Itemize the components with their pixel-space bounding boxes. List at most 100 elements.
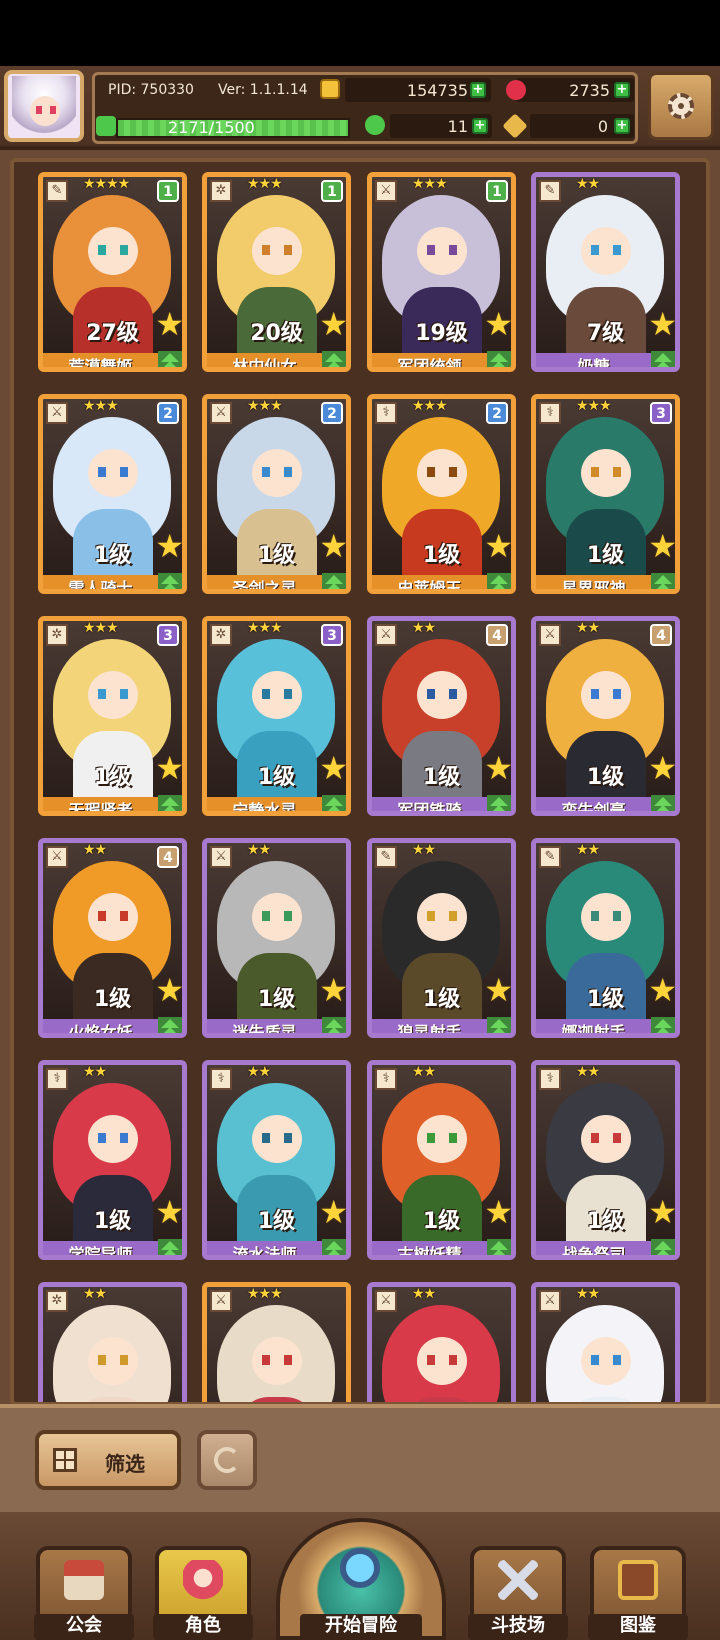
- portrait-eye: [262, 467, 270, 477]
- character-card[interactable]: ⚕ ★★ 1级 ★ 流水法师: [202, 1060, 351, 1260]
- magnifier-icon: [340, 1548, 380, 1588]
- rarity-stars: ★★★: [247, 176, 283, 192]
- filter-label: 筛选: [105, 1452, 145, 1476]
- portrait-face: [581, 1337, 631, 1385]
- role-icon: ✎: [539, 180, 561, 202]
- character-card[interactable]: ⚕ ★★ 1级 ★ 古树妖精: [367, 1060, 516, 1260]
- character-card[interactable]: ⚕ ★★★ 2 1级 ★ 史莱姆王: [367, 394, 516, 594]
- character-name: 宁静水灵: [207, 797, 322, 811]
- portrait-face: [417, 227, 467, 275]
- tier-badge: 1: [157, 180, 179, 202]
- star-up-icon: ★: [155, 305, 184, 343]
- character-card[interactable]: ✲ ★★★ 3 1级 ★ 无瑕贤者: [38, 616, 187, 816]
- portrait-face: [581, 449, 631, 497]
- portrait-face: [252, 893, 302, 941]
- character-card[interactable]: ⚔ ★★ 4 1级 ★ 蛮牛剑豪: [531, 616, 680, 816]
- character-card[interactable]: ✲ ★★★ 3 1级 ★ 宁静水灵: [202, 616, 351, 816]
- character-card[interactable]: ⚔ ★★: [531, 1282, 680, 1402]
- character-grid: ✎ ★★★★ 1 27级 ★ 荒漠舞姬 ✲ ★★★ 1 20级 ★ 林中仙女 ⚔ ★★★ 1 19级 ★ 军团统领…: [14, 162, 706, 1402]
- character-card[interactable]: ⚔ ★★★ 2 1级 ★ 雪人骑士: [38, 394, 187, 594]
- role-icon: ⚔: [210, 846, 232, 868]
- portrait-face: [252, 227, 302, 275]
- portrait-face: [252, 449, 302, 497]
- role-icon: ⚔: [539, 624, 561, 646]
- rarity-stars: ★★: [83, 1064, 107, 1080]
- role-icon: ⚔: [375, 1290, 397, 1312]
- filter-button[interactable]: 筛选: [35, 1430, 181, 1490]
- star-up-icon: ★: [155, 749, 184, 787]
- portrait-eye: [120, 911, 128, 921]
- character-card[interactable]: ✎ ★★ 1级 ★ 狼灵射手: [367, 838, 516, 1038]
- rarity-stars: ★★: [83, 1286, 107, 1302]
- upgrade-arrow-icon: [651, 795, 675, 811]
- star-up-icon: ★: [648, 305, 677, 343]
- rarity-stars: ★★: [576, 1064, 600, 1080]
- character-card[interactable]: ⚕ ★★★ 3 1级 ★ 星界邪神: [531, 394, 680, 594]
- character-name: 狼灵射手: [372, 1019, 487, 1033]
- portrait-eye: [613, 245, 621, 255]
- character-card[interactable]: ✎ ★★ 7级 ★ 奶糖: [531, 172, 680, 372]
- tier-badge: 4: [157, 846, 179, 868]
- character-name: 迷失盾灵: [207, 1019, 322, 1033]
- refresh-button[interactable]: [197, 1430, 257, 1490]
- portrait-eye: [449, 911, 457, 921]
- role-icon: ⚕: [210, 1068, 232, 1090]
- add-gem-button[interactable]: +: [614, 82, 630, 98]
- character-name: 史莱姆王: [372, 575, 487, 589]
- grid-icon: [53, 1448, 77, 1472]
- tier-badge: 1: [486, 180, 508, 202]
- star-up-icon: ★: [155, 527, 184, 565]
- star-up-icon: ★: [319, 305, 348, 343]
- character-card[interactable]: ⚔ ★★★ 1 19级 ★ 军团统领: [367, 172, 516, 372]
- role-icon: ⚔: [46, 846, 68, 868]
- character-card[interactable]: ⚔ ★★ 4 1级 ★ 火焰女妖: [38, 838, 187, 1038]
- player-avatar[interactable]: [4, 70, 84, 142]
- tier-badge: 2: [486, 402, 508, 424]
- character-card[interactable]: ✲ ★★: [38, 1282, 187, 1402]
- star-up-icon: ★: [484, 1193, 513, 1231]
- portrait-face: [88, 449, 138, 497]
- star-up-icon: ★: [648, 971, 677, 1009]
- character-card[interactable]: ✎ ★★★★ 1 27级 ★ 荒漠舞姬: [38, 172, 187, 372]
- character-card[interactable]: ⚕ ★★ 1级 ★ 战争祭司: [531, 1060, 680, 1260]
- add-gold-button[interactable]: +: [470, 82, 486, 98]
- portrait-eye: [262, 1355, 270, 1365]
- book-icon: [618, 1560, 658, 1600]
- character-name: 军团铁骑: [372, 797, 487, 811]
- character-name: 军团统领: [372, 353, 487, 367]
- upgrade-arrow-icon: [158, 1017, 182, 1033]
- role-icon: ⚔: [539, 1290, 561, 1312]
- key-value: 0: [597, 117, 608, 136]
- upgrade-arrow-icon: [651, 1239, 675, 1255]
- energy-icon: [96, 116, 116, 136]
- character-card[interactable]: ⚔ ★★: [367, 1282, 516, 1402]
- portrait-eye: [262, 1133, 270, 1143]
- rarity-stars: ★★★: [412, 398, 448, 414]
- character-card[interactable]: ⚔ ★★ 1级 ★ 迷失盾灵: [202, 838, 351, 1038]
- character-card[interactable]: ⚔ ★★ 4 1级 ★ 军团铁骑: [367, 616, 516, 816]
- star-up-icon: ★: [319, 749, 348, 787]
- character-card[interactable]: ✲ ★★★ 1 20级 ★ 林中仙女: [202, 172, 351, 372]
- gear-icon: [668, 93, 694, 119]
- rarity-stars: ★★: [247, 1064, 271, 1080]
- upgrade-arrow-icon: [322, 573, 346, 589]
- portrait-eye: [120, 689, 128, 699]
- character-card[interactable]: ⚕ ★★ 1级 ★ 学院导师: [38, 1060, 187, 1260]
- portrait-eye: [449, 245, 457, 255]
- add-clover-button[interactable]: +: [472, 118, 488, 134]
- star-up-icon: ★: [319, 527, 348, 565]
- status-bar: [0, 0, 720, 66]
- role-icon: ✎: [375, 846, 397, 868]
- character-card[interactable]: ⚔ ★★★: [202, 1282, 351, 1402]
- character-card[interactable]: ⚔ ★★★ 2 1级 ★ 圣剑之灵: [202, 394, 351, 594]
- portrait-eye: [613, 689, 621, 699]
- portrait-eye: [262, 245, 270, 255]
- settings-button[interactable]: [648, 72, 714, 140]
- character-card[interactable]: ✎ ★★ 1级 ★ 娜迦射手: [531, 838, 680, 1038]
- role-icon: ⚕: [375, 1068, 397, 1090]
- character-name: 奶糖: [536, 353, 651, 367]
- add-key-button[interactable]: +: [614, 118, 630, 134]
- portrait-eye: [98, 911, 106, 921]
- upgrade-arrow-icon: [322, 351, 346, 367]
- rarity-stars: ★★★: [247, 620, 283, 636]
